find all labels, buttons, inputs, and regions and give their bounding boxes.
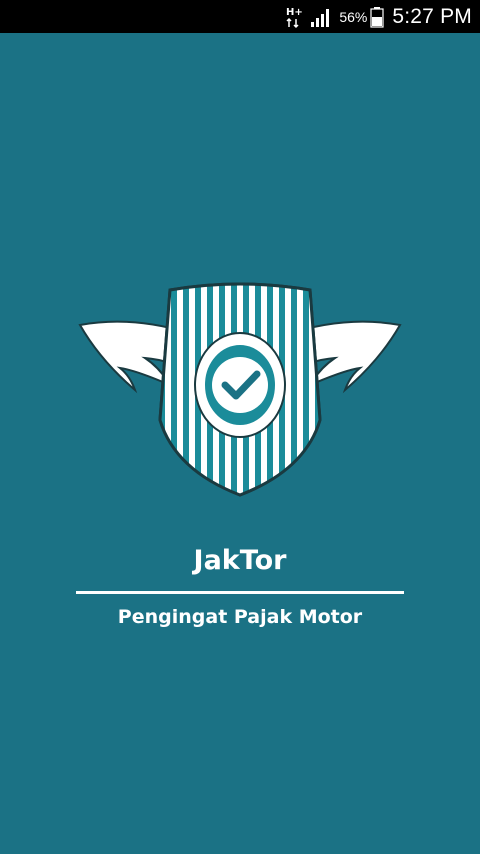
status-bar: H+ 56% 5:27 PM [0,0,480,33]
status-clock: 5:27 PM [392,4,472,28]
battery-percent: 56% [339,8,368,25]
winged-shield-check-icon [78,282,402,497]
network-label: H+ [286,7,303,18]
title-divider [76,591,404,594]
h-plus-network-icon: H+ [286,7,303,28]
battery-icon [370,6,384,28]
app-subtitle: Pengingat Pajak Motor [117,606,363,628]
signal-strength-icon [311,8,330,27]
app-title: JakTor [193,545,287,576]
